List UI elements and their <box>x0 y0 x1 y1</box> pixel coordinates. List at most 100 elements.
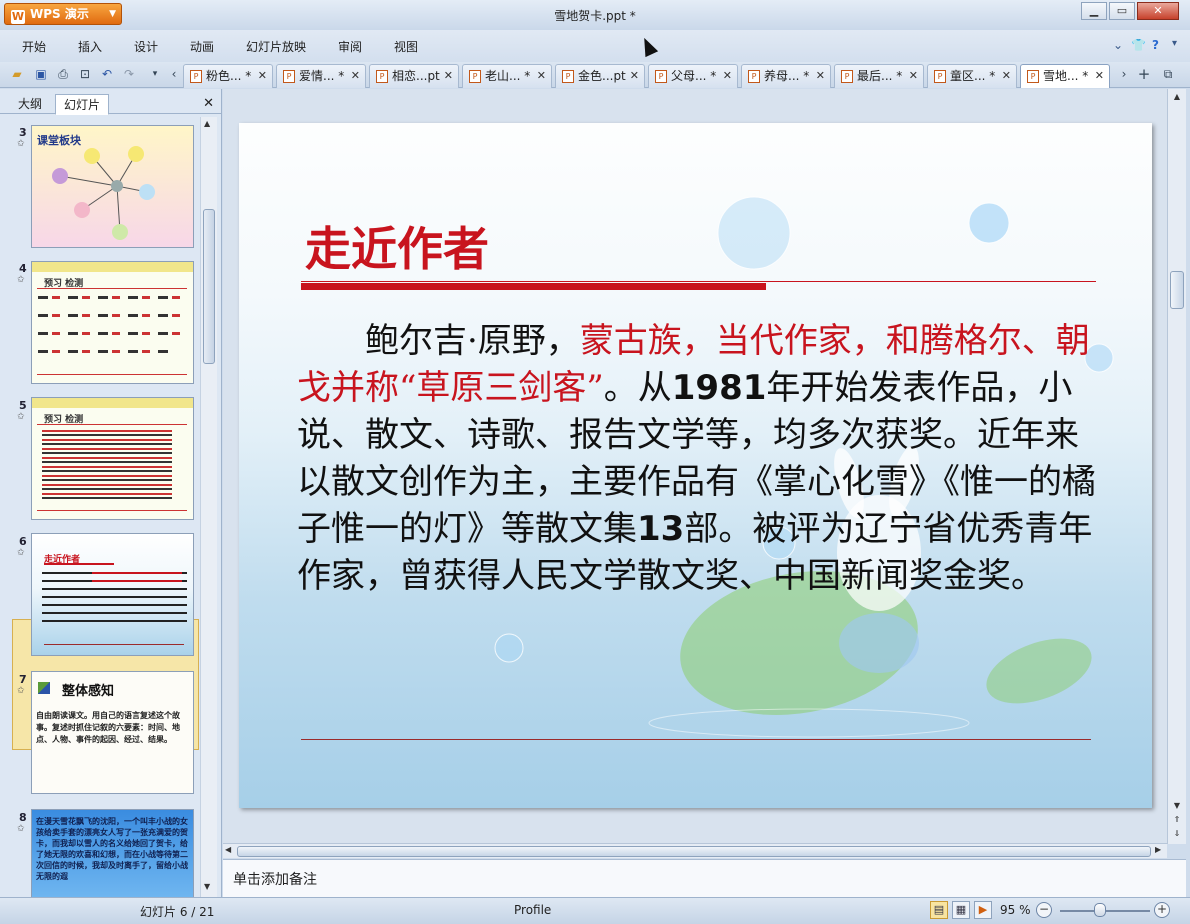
close-tab-icon[interactable]: ✕ <box>816 65 825 87</box>
slide-thumbnail-selected[interactable]: 走近作者 <box>31 533 194 656</box>
close-tab-icon[interactable]: ✕ <box>351 65 360 87</box>
zoom-level: 95 % <box>1000 903 1031 917</box>
scroll-down-icon[interactable]: ▼ <box>204 882 210 891</box>
tab-slides[interactable]: 幻灯片 <box>55 94 110 115</box>
slide-thumbnail[interactable]: 在漫天雪花飘飞的沈阳，一个叫丰小战的女孩给卖手套的漂亮女人写了一张充满爱的贺卡，… <box>31 809 194 899</box>
redo-icon[interactable]: ↷ <box>121 66 137 82</box>
doc-tab[interactable]: P 老山... * ✕ <box>462 64 552 88</box>
menu-design[interactable]: 设计 <box>134 38 158 55</box>
doc-tab[interactable]: P 粉色... * ✕ <box>183 64 273 88</box>
doc-tab-active[interactable]: P 雪地... * ✕ <box>1020 64 1110 88</box>
thumbnail-scrollbar[interactable]: ▲ ▼ <box>200 117 217 897</box>
scroll-right-icon[interactable]: ▶ <box>1155 845 1161 854</box>
doc-tab[interactable]: P 父母... * ✕ <box>648 64 738 88</box>
menu-insert[interactable]: 插入 <box>78 38 102 55</box>
menu-review[interactable]: 审阅 <box>338 38 362 55</box>
ppt-file-icon: P <box>841 70 853 83</box>
animation-star-icon: ✩ <box>17 412 25 422</box>
document-tab-bar: ▰ ▣ ⎙ ⊡ ↶ ↷ ▾ ‹ P 粉色... * ✕ P 爱情... * ✕ P 相恋.… <box>0 62 1190 88</box>
slide-number: 6 <box>19 535 27 548</box>
close-tab-icon[interactable]: ✕ <box>723 65 732 87</box>
chevron-down-icon[interactable]: ⌄ <box>1113 38 1123 52</box>
close-tab-icon[interactable]: ✕ <box>1095 65 1104 87</box>
normal-view-icon[interactable]: ▤ <box>930 901 948 919</box>
tab-scroll-left-icon[interactable]: ‹ <box>166 66 182 82</box>
doc-tab[interactable]: P 爱情... * ✕ <box>276 64 366 88</box>
ppt-file-icon: P <box>934 70 946 83</box>
thumb-text: 自由朗读课文。用自己的语言复述这个故事。复述时抓住记叙的六要素：时间、地点、人物… <box>36 711 180 744</box>
menu-view[interactable]: 视图 <box>394 38 418 55</box>
ppt-file-icon: P <box>190 70 202 83</box>
current-slide[interactable]: 走近作者 鲍尔吉·原野，蒙古族，当代作家，和腾格尔、朝戈并称“草原三剑客”。从1… <box>239 123 1152 808</box>
scroll-down-icon[interactable]: ▼ <box>1170 801 1184 810</box>
close-tab-icon[interactable]: ✕ <box>630 65 639 87</box>
scrollbar-thumb[interactable] <box>237 846 1151 857</box>
skin-icon[interactable]: 👕 <box>1131 38 1146 52</box>
maximize-button[interactable]: ▭ <box>1109 2 1135 20</box>
doc-tab[interactable]: P 最后... * ✕ <box>834 64 924 88</box>
scroll-left-icon[interactable]: ◀ <box>225 845 231 854</box>
scroll-up-icon[interactable]: ▲ <box>1170 92 1184 101</box>
tab-outline[interactable]: 大纲 <box>10 94 50 115</box>
new-tab-icon[interactable]: + <box>1136 66 1152 82</box>
undo-icon[interactable]: ↶ <box>99 66 115 82</box>
menu-home[interactable]: 开始 <box>22 38 46 55</box>
restore-window-icon[interactable]: ⧉ <box>1160 66 1176 82</box>
zoom-in-icon[interactable]: + <box>1154 902 1170 918</box>
close-button[interactable]: ✕ <box>1137 2 1179 20</box>
close-icon[interactable]: ✕ <box>203 96 214 111</box>
zoom-out-icon[interactable]: − <box>1036 902 1052 918</box>
chevron-down-icon[interactable]: ▾ <box>147 66 163 82</box>
editor-horizontal-scrollbar[interactable]: ◀ ▶ <box>223 843 1167 858</box>
close-tab-icon[interactable]: ✕ <box>909 65 918 87</box>
doc-tab[interactable]: P 童区... * ✕ <box>927 64 1017 88</box>
side-panel-tabs: 大纲 幻灯片 ✕ <box>0 92 222 115</box>
close-tab-icon[interactable]: ✕ <box>537 65 546 87</box>
doc-tab[interactable]: P 养母... * ✕ <box>741 64 831 88</box>
slide-number: 5 <box>19 399 27 412</box>
menu-animation[interactable]: 动画 <box>190 38 214 55</box>
open-folder-icon[interactable]: ▰ <box>9 66 25 82</box>
editor-vertical-scrollbar[interactable]: ▲ ▼ ⇑ ⇓ <box>1167 89 1186 844</box>
slide-thumbnail[interactable]: 预习 检测 <box>31 397 194 520</box>
slide-thumbnail[interactable]: 整体感知 自由朗读课文。用自己的语言复述这个故事。复述时抓住记叙的六要素：时间、… <box>31 671 194 794</box>
close-tab-icon[interactable]: ✕ <box>258 65 267 87</box>
notes-placeholder[interactable]: 单击添加备注 <box>233 869 317 889</box>
next-slide-icon[interactable]: ⇓ <box>1170 829 1184 838</box>
close-tab-icon[interactable]: ✕ <box>444 65 453 87</box>
menu-slideshow[interactable]: 幻灯片放映 <box>246 38 306 55</box>
title-underline <box>301 281 1096 282</box>
title-bar: W WPS 演示 ▼ 雪地贺卡.ppt * ▁ ▭ ✕ <box>0 0 1190 30</box>
slide-thumbnail[interactable]: 预习 检测 <box>31 261 194 384</box>
close-tab-icon[interactable]: ✕ <box>1002 65 1011 87</box>
scrollbar-thumb[interactable] <box>1170 271 1184 309</box>
tab-scroll-right-icon[interactable]: › <box>1116 66 1132 82</box>
slide-number: 3 <box>19 126 27 139</box>
ppt-file-icon: P <box>376 70 388 83</box>
slideshow-play-icon[interactable]: ▶ <box>974 901 992 919</box>
slide-sorter-icon[interactable]: ▦ <box>952 901 970 919</box>
slide-title[interactable]: 走近作者 <box>305 213 489 279</box>
doc-tab[interactable]: P 相恋...pt ✕ <box>369 64 459 88</box>
title-underline-accent <box>301 283 766 290</box>
prev-slide-icon[interactable]: ⇑ <box>1170 815 1184 824</box>
ppt-file-icon: P <box>469 70 481 83</box>
doc-tab[interactable]: P 金色...pt ✕ <box>555 64 645 88</box>
scrollbar-thumb[interactable] <box>203 209 215 364</box>
ppt-file-icon: P <box>655 70 667 83</box>
zoom-slider-handle[interactable] <box>1094 903 1106 917</box>
thumb-heading: 整体感知 <box>62 684 115 699</box>
help-icon[interactable]: ? <box>1152 38 1159 52</box>
minimize-button[interactable]: ▁ <box>1081 2 1107 20</box>
print-preview-icon[interactable]: ⊡ <box>77 66 93 82</box>
scroll-up-icon[interactable]: ▲ <box>204 119 210 128</box>
window-title: 雪地贺卡.ppt * <box>554 9 636 23</box>
animation-star-icon: ✩ <box>17 548 25 558</box>
slide-body-text[interactable]: 鲍尔吉·原野，蒙古族，当代作家，和腾格尔、朝戈并称“草原三剑客”。从1981年开… <box>297 318 1097 600</box>
notes-pane[interactable]: 单击添加备注 <box>223 859 1186 897</box>
chevron-down-icon[interactable]: ▾ <box>1172 38 1177 49</box>
save-icon[interactable]: ▣ <box>33 66 49 82</box>
print-icon[interactable]: ⎙ <box>55 66 71 82</box>
slide-thumbnail[interactable]: 课堂板块 <box>31 125 194 248</box>
body-number: 1981 <box>671 368 767 408</box>
